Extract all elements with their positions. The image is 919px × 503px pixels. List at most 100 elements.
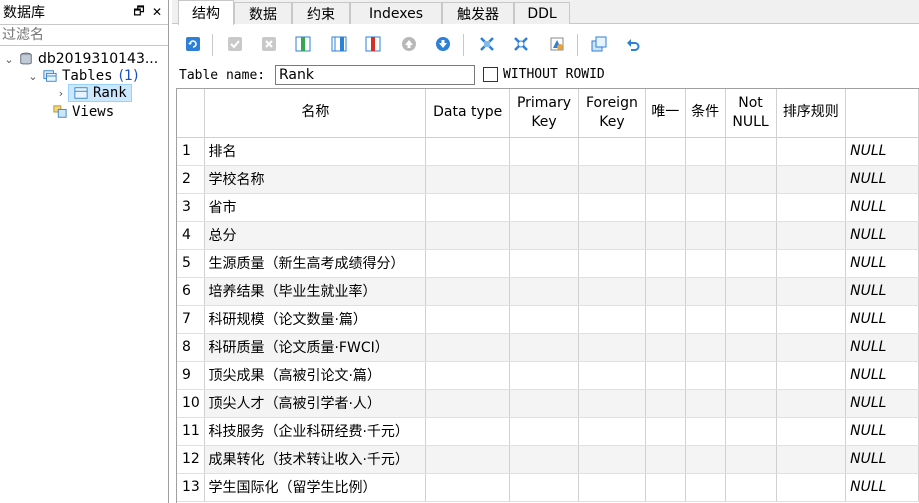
default-value-cell[interactable]: NULL xyxy=(845,417,919,446)
collation-cell[interactable] xyxy=(776,137,847,166)
default-value-cell[interactable]: NULL xyxy=(845,445,919,474)
default-value-cell[interactable]: NULL xyxy=(845,193,919,222)
column-name-cell[interactable]: 顶尖成果（高被引论文·篇） xyxy=(204,361,427,390)
default-value-cell[interactable]: NULL xyxy=(845,361,919,390)
tab-ddl[interactable]: DDL xyxy=(514,2,570,24)
check-cell[interactable] xyxy=(685,193,726,222)
data-type-cell[interactable] xyxy=(425,277,511,306)
table-row[interactable]: 11 科技服务（企业科研经费·千元） NULL xyxy=(177,417,919,446)
not-null-cell[interactable] xyxy=(725,221,777,250)
move-down-icon[interactable] xyxy=(434,35,452,53)
default-value-cell[interactable]: NULL xyxy=(845,137,919,166)
not-null-cell[interactable] xyxy=(725,305,777,334)
table-row[interactable]: 3 省市 NULL xyxy=(177,193,919,222)
unique-cell[interactable] xyxy=(645,473,686,502)
column-header-collation[interactable]: 排序规则 xyxy=(776,89,847,138)
column-header-not-null[interactable]: Not NULL xyxy=(725,89,777,138)
data-type-cell[interactable] xyxy=(425,417,511,446)
data-type-cell[interactable] xyxy=(425,249,511,278)
table-row[interactable]: 2 学校名称 NULL xyxy=(177,165,919,194)
tab-data[interactable]: 数据 xyxy=(234,2,292,24)
foreign-key-cell[interactable] xyxy=(578,249,646,278)
not-null-cell[interactable] xyxy=(725,249,777,278)
not-null-cell[interactable] xyxy=(725,473,777,502)
primary-key-cell[interactable] xyxy=(509,137,579,166)
collation-cell[interactable] xyxy=(776,389,847,418)
default-value-cell[interactable]: NULL xyxy=(845,249,919,278)
not-null-cell[interactable] xyxy=(725,277,777,306)
data-type-cell[interactable] xyxy=(425,361,511,390)
data-type-cell[interactable] xyxy=(425,445,511,474)
filter-input[interactable] xyxy=(2,27,162,43)
unique-cell[interactable] xyxy=(645,137,686,166)
check-cell[interactable] xyxy=(685,221,726,250)
foreign-key-cell[interactable] xyxy=(578,305,646,334)
foreign-key-cell[interactable] xyxy=(578,221,646,250)
unique-cell[interactable] xyxy=(645,445,686,474)
collation-cell[interactable] xyxy=(776,445,847,474)
commit-icon[interactable] xyxy=(226,35,244,53)
check-cell[interactable] xyxy=(685,277,726,306)
not-null-cell[interactable] xyxy=(725,193,777,222)
foreign-key-cell[interactable] xyxy=(578,389,646,418)
column-header-foreign-key[interactable]: Foreign Key xyxy=(578,89,646,138)
primary-key-cell[interactable] xyxy=(509,193,579,222)
move-up-icon[interactable] xyxy=(400,35,418,53)
default-value-cell[interactable]: NULL xyxy=(845,473,919,502)
data-type-cell[interactable] xyxy=(425,305,511,334)
collation-cell[interactable] xyxy=(776,277,847,306)
check-cell[interactable] xyxy=(685,361,726,390)
tree-item-tables[interactable]: ⌄ Tables (1) xyxy=(26,67,138,85)
column-name-cell[interactable]: 科技服务（企业科研经费·千元） xyxy=(204,417,427,446)
rollback-icon[interactable] xyxy=(260,35,278,53)
column-name-cell[interactable]: 成果转化（技术转让收入·千元） xyxy=(204,445,427,474)
column-name-cell[interactable]: 科研质量（论文质量·FWCI） xyxy=(204,333,427,362)
column-header-default[interactable] xyxy=(845,89,919,138)
primary-key-cell[interactable] xyxy=(509,277,579,306)
foreign-key-cell[interactable] xyxy=(578,361,646,390)
foreign-key-cell[interactable] xyxy=(578,165,646,194)
data-type-cell[interactable] xyxy=(425,333,511,362)
default-value-cell[interactable]: NULL xyxy=(845,305,919,334)
primary-key-cell[interactable] xyxy=(509,473,579,502)
table-row[interactable]: 9 顶尖成果（高被引论文·篇） NULL xyxy=(177,361,919,390)
check-cell[interactable] xyxy=(685,165,726,194)
primary-key-cell[interactable] xyxy=(509,333,579,362)
check-cell[interactable] xyxy=(685,389,726,418)
data-type-cell[interactable] xyxy=(425,137,511,166)
table-row[interactable]: 4 总分 NULL xyxy=(177,221,919,250)
unique-cell[interactable] xyxy=(645,221,686,250)
check-cell[interactable] xyxy=(685,445,726,474)
primary-key-cell[interactable] xyxy=(509,445,579,474)
column-header-data-type[interactable]: Data type xyxy=(425,89,511,138)
primary-key-cell[interactable] xyxy=(509,249,579,278)
collation-cell[interactable] xyxy=(776,305,847,334)
table-name-input[interactable] xyxy=(275,65,475,85)
add-column-icon[interactable] xyxy=(294,35,312,53)
not-null-cell[interactable] xyxy=(725,333,777,362)
not-null-cell[interactable] xyxy=(725,137,777,166)
table-row[interactable]: 8 科研质量（论文质量·FWCI） NULL xyxy=(177,333,919,362)
foreign-key-cell[interactable] xyxy=(578,417,646,446)
collation-cell[interactable] xyxy=(776,417,847,446)
primary-key-cell[interactable] xyxy=(509,389,579,418)
collation-cell[interactable] xyxy=(776,221,847,250)
foreign-key-cell[interactable] xyxy=(578,193,646,222)
primary-key-cell[interactable] xyxy=(509,165,579,194)
column-header-unique[interactable]: 唯一 xyxy=(645,89,686,138)
tree-item-views[interactable]: Views xyxy=(50,103,114,121)
table-row[interactable]: 10 顶尖人才（高被引学者·人） NULL xyxy=(177,389,919,418)
default-value-cell[interactable]: NULL xyxy=(845,165,919,194)
column-header-primary-key[interactable]: Primary Key xyxy=(509,89,579,138)
primary-key-cell[interactable] xyxy=(509,361,579,390)
column-name-cell[interactable]: 总分 xyxy=(204,221,427,250)
column-name-cell[interactable]: 排名 xyxy=(204,137,427,166)
column-name-cell[interactable]: 学生国际化（留学生比例） xyxy=(204,473,427,502)
check-cell[interactable] xyxy=(685,137,726,166)
tab-triggers[interactable]: 触发器 xyxy=(442,2,514,24)
without-rowid-checkbox[interactable] xyxy=(483,67,498,82)
data-type-cell[interactable] xyxy=(425,165,511,194)
check-cell[interactable] xyxy=(685,249,726,278)
not-null-cell[interactable] xyxy=(725,417,777,446)
column-name-cell[interactable]: 顶尖人才（高被引学者·人） xyxy=(204,389,427,418)
